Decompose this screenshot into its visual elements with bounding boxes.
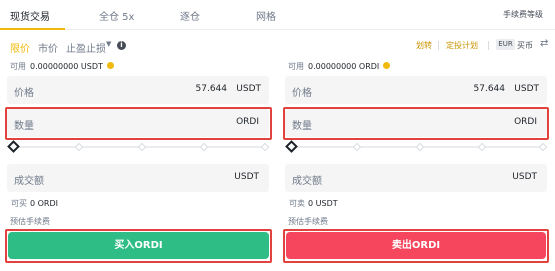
slider-tick[interactable] [415, 142, 425, 152]
available-value: 0.00000000 USDT [30, 62, 103, 71]
sell-button[interactable]: 卖出ORDI [286, 232, 546, 259]
order-type-market[interactable]: 市价 [38, 40, 58, 55]
caret-down-icon[interactable]: ▼ [106, 40, 111, 48]
slider-tick[interactable] [538, 142, 548, 152]
available-value: 0.00000000 ORDI [308, 62, 380, 71]
price-label: 价格 [292, 88, 312, 99]
info-icon[interactable]: i [117, 41, 126, 50]
divider [438, 41, 439, 50]
quantity-highlight [283, 107, 549, 140]
divider [488, 41, 489, 50]
estimated-fee-label: 预估手续费 [288, 217, 328, 226]
slider-tick[interactable] [352, 142, 362, 152]
recurring-plan-link[interactable]: 定投计划 [446, 40, 478, 51]
buy-total-field[interactable]: 成交额 USDT [7, 164, 269, 192]
sell-price-field[interactable]: 价格 57.644 USDT [285, 76, 547, 104]
max-buy: 可买 0 ORDI [11, 198, 58, 209]
total-unit: USDT [512, 172, 537, 182]
price-label: 价格 [14, 88, 34, 99]
slider-tick[interactable] [74, 142, 84, 152]
swap-icon[interactable]: ⇄ [540, 38, 548, 49]
max-buy-value: 0 ORDI [30, 199, 59, 208]
price-unit: USDT [236, 84, 261, 94]
slider-tick[interactable] [477, 142, 487, 152]
slider-tick[interactable] [260, 142, 270, 152]
coin-icon[interactable] [383, 62, 391, 69]
coin-icon[interactable] [106, 62, 114, 69]
slider-tick[interactable] [199, 142, 209, 152]
slider-tick[interactable] [137, 142, 147, 152]
total-label: 成交额 [14, 176, 44, 187]
available-label: 可用 [10, 62, 26, 71]
sell-total-field[interactable]: 成交额 USDT [285, 164, 547, 192]
order-type-limit[interactable]: 限价 [10, 40, 30, 55]
total-unit: USDT [234, 172, 259, 182]
trade-mode-tabs: 现货交易 全仓 5x 逐仓 网格 手续费等级 [0, 0, 555, 30]
transfer-link[interactable]: 划转 [416, 40, 432, 51]
fee-level-link[interactable]: 手续费等级 [503, 9, 543, 20]
currency-badge[interactable]: EUR [496, 39, 515, 50]
order-type-stop[interactable]: 止盈止损 [66, 40, 106, 55]
buy-available: 可用 0.00000000 USDT [10, 61, 114, 72]
estimated-fee-label: 预估手续费 [10, 217, 50, 226]
sell-slider-handle[interactable] [285, 140, 298, 153]
tab-grid[interactable]: 网格 [256, 8, 276, 23]
price-input[interactable]: 57.644 [474, 84, 506, 94]
quantity-highlight [5, 107, 272, 140]
sell-available: 可用 0.00000000 ORDI [288, 61, 391, 72]
buy-button[interactable]: 买入ORDI [8, 232, 269, 259]
buy-price-field[interactable]: 价格 57.644 USDT [7, 76, 269, 104]
max-sell: 可卖 0 USDT [289, 198, 338, 209]
total-label: 成交额 [292, 176, 322, 187]
max-buy-label: 可买 [11, 199, 27, 208]
tab-isolated-margin[interactable]: 逐仓 [180, 8, 200, 23]
tab-spot[interactable]: 现货交易 [10, 8, 50, 23]
available-label: 可用 [288, 62, 304, 71]
price-unit: USDT [514, 84, 539, 94]
max-sell-label: 可卖 [289, 199, 305, 208]
price-input[interactable]: 57.644 [196, 84, 228, 94]
active-tab-indicator [0, 28, 65, 30]
buy-crypto-link[interactable]: 买币 [517, 40, 533, 51]
buy-slider-handle[interactable] [7, 140, 20, 153]
max-sell-value: 0 USDT [308, 199, 338, 208]
tab-cross-margin[interactable]: 全仓 5x [99, 8, 134, 23]
